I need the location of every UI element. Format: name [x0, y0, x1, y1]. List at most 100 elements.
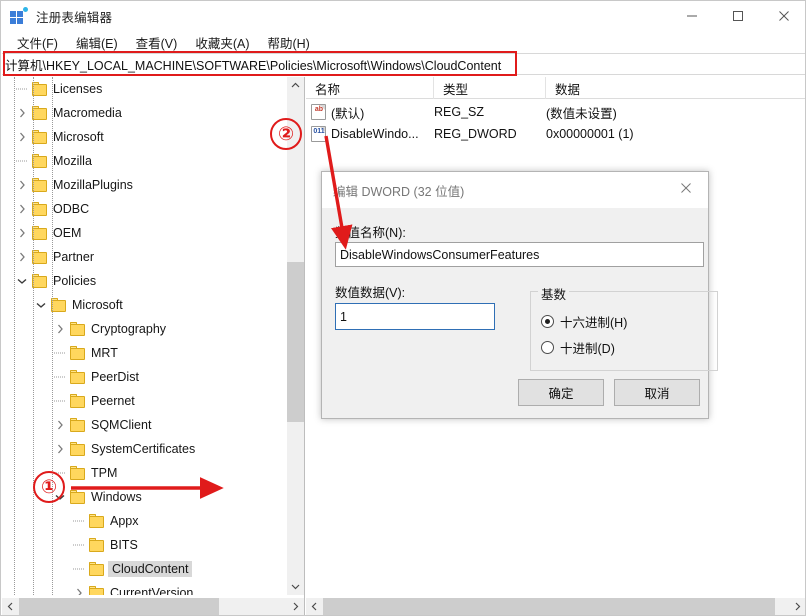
chevron-right-icon[interactable]	[52, 437, 68, 461]
dword-icon-glyph: 011	[313, 128, 325, 135]
dialog-close-icon[interactable]	[664, 172, 708, 204]
value-type-cell: REG_DWORD	[434, 127, 517, 141]
tree-item-label: Mozilla	[53, 154, 92, 168]
tree-item-odbc[interactable]: ODBC	[2, 197, 287, 221]
string-icon-glyph: ab	[314, 106, 324, 113]
tree-item-policies[interactable]: Policies	[2, 269, 287, 293]
values-hscrollbar-thumb[interactable]	[323, 598, 775, 615]
tree-item-appx[interactable]: Appx	[2, 509, 287, 533]
radio-decimal-icon[interactable]	[541, 341, 554, 354]
tree-item-label: Cryptography	[91, 322, 167, 336]
tree-hscrollbar-thumb[interactable]	[19, 598, 219, 615]
folder-icon	[70, 346, 86, 360]
tree-item-peerdist[interactable]: PeerDist	[2, 365, 287, 389]
string-value-icon: ab	[311, 104, 326, 120]
table-row[interactable]: 011 DisableWindo... REG_DWORD 0x00000001…	[306, 123, 805, 145]
tree-item-cryptography[interactable]: Cryptography	[2, 317, 287, 341]
tree-vertical-scrollbar[interactable]	[287, 77, 304, 595]
address-bar[interactable]: 计算机\HKEY_LOCAL_MACHINE\SOFTWARE\Policies…	[2, 53, 805, 75]
tree-leaf-connector	[71, 533, 87, 557]
tree-item-label: SystemCertificates	[91, 442, 196, 456]
menu-favorites[interactable]: 收藏夹(A)	[187, 31, 257, 54]
scroll-up-arrow[interactable]	[287, 77, 304, 94]
column-header-type[interactable]: 类型	[434, 77, 546, 99]
menu-help[interactable]: 帮助(H)	[259, 31, 317, 54]
chevron-right-icon[interactable]	[14, 245, 30, 269]
tree-leaf-connector	[52, 341, 68, 365]
tree-guide-line	[33, 77, 34, 595]
tree-item-microsoft[interactable]: Microsoft	[2, 293, 287, 317]
tree-item-sqmclient[interactable]: SQMClient	[2, 413, 287, 437]
tree-guide-line	[52, 77, 53, 595]
chevron-right-icon[interactable]	[52, 317, 68, 341]
base-group-label: 基数	[538, 284, 570, 303]
tree-item-label: PeerDist	[91, 370, 139, 384]
ok-button[interactable]: 确定	[518, 379, 604, 406]
chevron-down-icon[interactable]	[14, 269, 30, 293]
scroll-right-arrow[interactable]	[287, 598, 304, 615]
chevron-right-icon[interactable]	[14, 197, 30, 221]
value-data-input[interactable]: 1	[335, 303, 495, 330]
tree-item-label: Appx	[110, 514, 139, 528]
radio-decimal[interactable]: 十进制(D)	[541, 338, 615, 357]
values-column-header: 名称 类型 数据	[306, 77, 805, 99]
folder-icon	[32, 226, 48, 240]
tree-guide-line	[14, 77, 15, 595]
tree-item-mozillaplugins[interactable]: MozillaPlugins	[2, 173, 287, 197]
scroll-left-arrow[interactable]	[2, 598, 19, 615]
folder-icon	[51, 298, 67, 312]
annotation-marker-2: ②	[270, 118, 302, 150]
column-header-data[interactable]: 数据	[546, 77, 805, 99]
chevron-right-icon[interactable]	[14, 101, 30, 125]
tree-item-microsoft[interactable]: Microsoft	[2, 125, 287, 149]
scroll-down-arrow[interactable]	[287, 578, 304, 595]
tree-item-macromedia[interactable]: Macromedia	[2, 101, 287, 125]
column-header-name[interactable]: 名称	[306, 77, 434, 99]
maximize-button[interactable]	[715, 1, 761, 31]
menu-file[interactable]: 文件(F)	[9, 31, 66, 54]
value-name-input[interactable]: DisableWindowsConsumerFeatures	[335, 242, 704, 267]
tree-item-label: Macromedia	[53, 106, 122, 120]
chevron-down-icon[interactable]	[33, 293, 49, 317]
radio-hexadecimal[interactable]: 十六进制(H)	[541, 312, 627, 331]
table-row[interactable]: ab (默认) REG_SZ (数值未设置)	[306, 101, 805, 123]
chevron-right-icon[interactable]	[14, 173, 30, 197]
registry-tree[interactable]: Licenses Macromedia Microsoft Mozilla Mozill…	[2, 77, 287, 595]
window-controls	[669, 1, 805, 31]
tree-item-peernet[interactable]: Peernet	[2, 389, 287, 413]
radio-hexadecimal-icon[interactable]	[541, 315, 554, 328]
folder-icon	[89, 538, 105, 552]
chevron-right-icon[interactable]	[14, 221, 30, 245]
chevron-right-icon[interactable]	[52, 413, 68, 437]
chevron-right-icon[interactable]	[14, 125, 30, 149]
tree-item-label: CloudContent	[108, 561, 193, 577]
tree-item-licenses[interactable]: Licenses	[2, 77, 287, 101]
scroll-left-arrow[interactable]	[306, 598, 323, 615]
close-button[interactable]	[761, 1, 805, 31]
tree-item-partner[interactable]: Partner	[2, 245, 287, 269]
chevron-right-icon[interactable]	[71, 581, 87, 595]
tree-item-label: Microsoft	[72, 298, 123, 312]
tree-horizontal-scrollbar[interactable]	[2, 598, 304, 615]
tree-item-currentversion[interactable]: CurrentVersion	[2, 581, 287, 595]
folder-icon	[32, 178, 48, 192]
minimize-button[interactable]	[669, 1, 715, 31]
tree-item-cloudcontent[interactable]: CloudContent	[2, 557, 287, 581]
scroll-right-arrow[interactable]	[789, 598, 805, 615]
cancel-button[interactable]: 取消	[614, 379, 700, 406]
folder-icon	[89, 586, 105, 595]
tree-item-bits[interactable]: BITS	[2, 533, 287, 557]
tree-item-systemcertificates[interactable]: SystemCertificates	[2, 437, 287, 461]
tree-item-mozilla[interactable]: Mozilla	[2, 149, 287, 173]
tree-item-mrt[interactable]: MRT	[2, 341, 287, 365]
value-type-cell: REG_SZ	[434, 105, 485, 119]
menu-edit[interactable]: 编辑(E)	[68, 31, 126, 54]
title-bar: 注册表编辑器	[1, 1, 805, 31]
tree-scrollbar-thumb[interactable]	[287, 262, 304, 422]
tree-leaf-connector	[71, 557, 87, 581]
tree-item-oem[interactable]: OEM	[2, 221, 287, 245]
values-horizontal-scrollbar[interactable]	[306, 598, 805, 615]
menu-view[interactable]: 查看(V)	[128, 31, 186, 54]
tree-item-label: CurrentVersion	[110, 586, 194, 595]
tree-item-label: BITS	[110, 538, 138, 552]
